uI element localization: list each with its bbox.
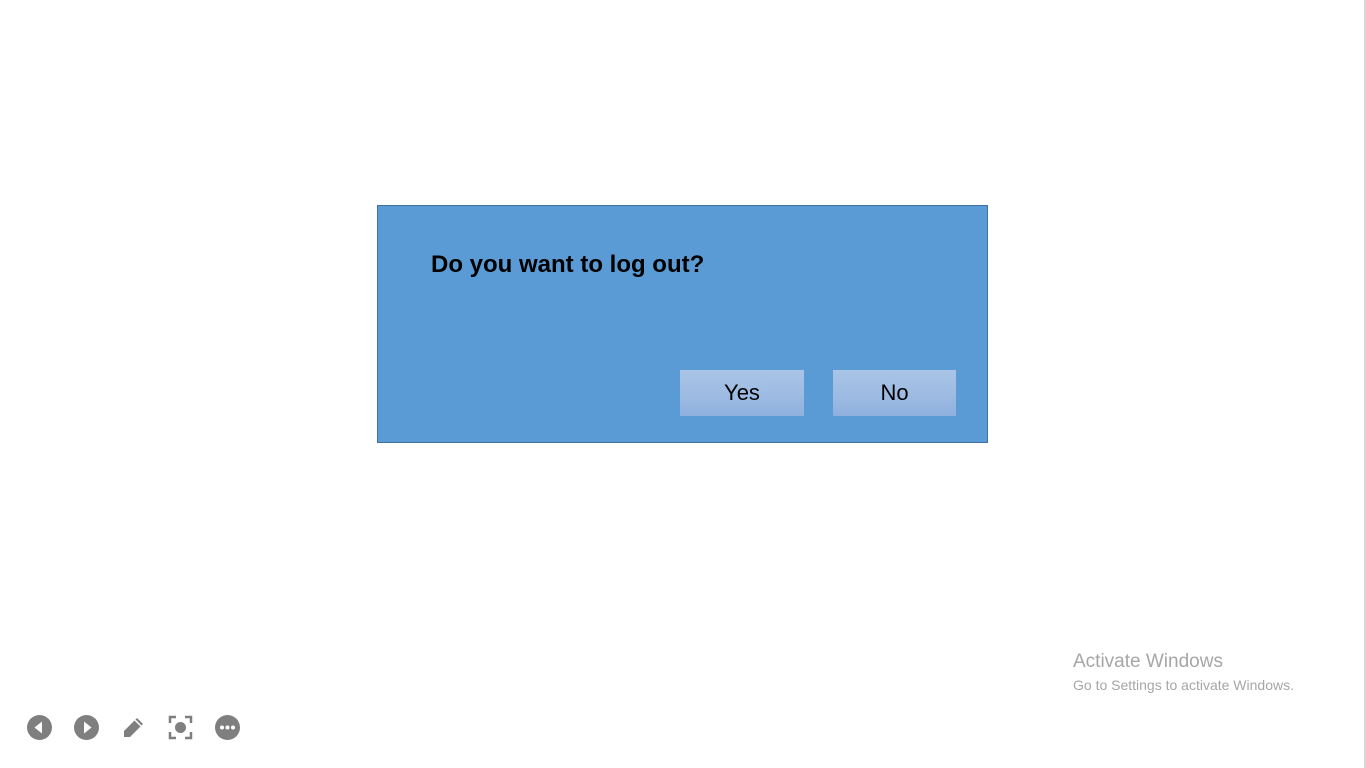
previous-slide-button[interactable] <box>26 714 53 741</box>
next-slide-button[interactable] <box>73 714 100 741</box>
previous-arrow-icon <box>27 715 52 740</box>
logout-dialog: Do you want to log out? Yes No <box>377 205 988 443</box>
no-button[interactable]: No <box>833 370 956 416</box>
next-arrow-icon <box>74 715 99 740</box>
more-options-icon <box>215 715 240 740</box>
yes-button[interactable]: Yes <box>680 370 804 416</box>
pen-icon <box>124 718 143 737</box>
watermark-title: Activate Windows <box>1073 651 1223 672</box>
watermark-subtitle: Go to Settings to activate Windows. <box>1073 677 1294 693</box>
activate-windows-watermark: Activate Windows Go to Settings to activ… <box>1073 650 1294 696</box>
more-options-button[interactable] <box>214 714 241 741</box>
dialog-message: Do you want to log out? <box>431 251 705 278</box>
slideshow-stage: Do you want to log out? Yes No Activate … <box>0 0 1366 768</box>
zoom-focus-icon <box>168 715 193 740</box>
zoom-button[interactable] <box>167 714 194 741</box>
pen-tool-button[interactable] <box>120 714 147 741</box>
